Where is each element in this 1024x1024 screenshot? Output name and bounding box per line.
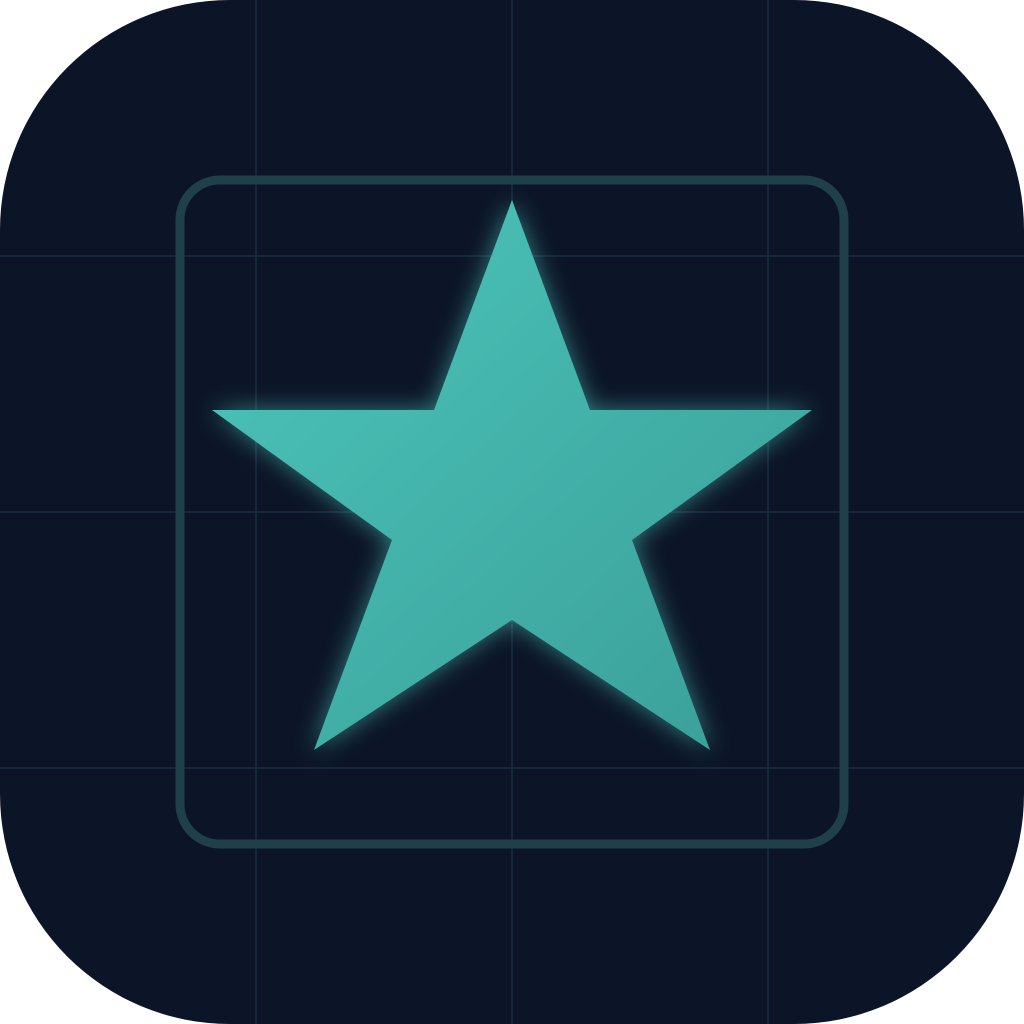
app-icon [0, 0, 1024, 1024]
app-icon-canvas [0, 0, 1024, 1024]
